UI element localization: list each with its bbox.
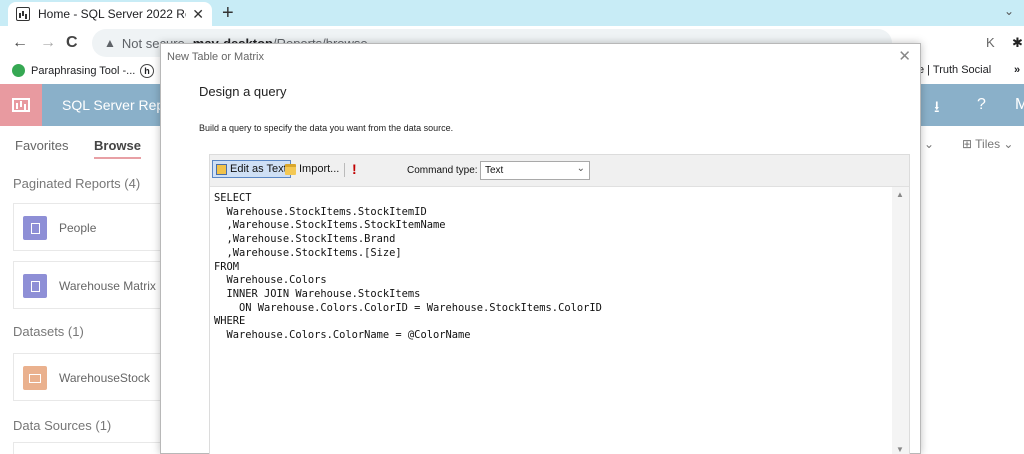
- query-scrollbar[interactable]: ▲ ▼: [892, 187, 909, 454]
- tab-title: Home - SQL Server 2022 Reporti: [38, 7, 186, 21]
- chevron-down-icon: ⌄: [576, 163, 585, 174]
- extension-k-icon[interactable]: K: [986, 35, 995, 50]
- scroll-down-icon[interactable]: ▼: [896, 445, 904, 454]
- scroll-up-icon[interactable]: ▲: [896, 190, 904, 199]
- section-data-sources: Data Sources (1): [13, 418, 112, 433]
- help-icon[interactable]: ?: [977, 96, 986, 114]
- extensions-puzzle-icon[interactable]: ✱: [1012, 35, 1023, 51]
- new-tab-button[interactable]: +: [222, 2, 234, 25]
- tab-close-icon[interactable]: ✕: [192, 6, 204, 23]
- bookmark-label: Paraphrasing Tool -...: [31, 64, 136, 77]
- new-table-matrix-dialog: New Table or Matrix ✕ Design a query Bui…: [160, 43, 921, 454]
- bookmark-paraphrasing[interactable]: Paraphrasing Tool -...: [12, 64, 135, 77]
- run-query-icon[interactable]: !: [352, 161, 357, 177]
- reload-button[interactable]: C: [66, 34, 78, 52]
- tab-favorites[interactable]: Favorites: [15, 138, 68, 153]
- download-icon[interactable]: ⭳: [934, 96, 940, 123]
- bookmark-favicon-icon: [12, 64, 25, 77]
- ssrs-logo[interactable]: [0, 84, 42, 126]
- report-icon: [23, 274, 47, 298]
- dataset-card-warehousestock[interactable]: WarehouseStock: [13, 353, 173, 401]
- report-card-people[interactable]: People: [13, 203, 173, 251]
- warning-icon: ▲: [104, 36, 116, 50]
- report-card-label: Warehouse Matrix: [59, 279, 156, 293]
- folder-icon: [285, 163, 296, 175]
- import-label: Import...: [299, 163, 340, 175]
- datasource-card[interactable]: [13, 442, 173, 454]
- import-button[interactable]: Import...: [282, 160, 342, 178]
- chevron-down-icon[interactable]: ⌄: [924, 137, 934, 151]
- tiles-view-button[interactable]: ⊞ Tiles ⌄: [962, 137, 1013, 151]
- edit-as-text-label: Edit as Text: [230, 163, 287, 175]
- tab-browse[interactable]: Browse: [94, 138, 141, 159]
- dataset-table-icon: [23, 366, 47, 390]
- command-type-value: Text: [485, 165, 504, 176]
- report-favicon-icon: [16, 7, 30, 21]
- toolbar-separator: [344, 163, 345, 177]
- command-type-label: Command type:: [407, 165, 478, 176]
- dialog-title: New Table or Matrix: [167, 51, 264, 63]
- bookmark-h[interactable]: h: [140, 64, 154, 78]
- report-icon: [23, 216, 47, 240]
- bookmarks-overflow[interactable]: »: [1014, 64, 1020, 76]
- tiles-label: Tiles: [975, 137, 1001, 151]
- dialog-heading: Design a query: [199, 84, 287, 99]
- edit-text-icon: [216, 163, 227, 175]
- forward-button[interactable]: →: [40, 34, 56, 52]
- bookmark-label: e | Truth Social: [918, 64, 992, 76]
- user-menu[interactable]: M: [1015, 96, 1024, 114]
- report-logo-icon: [12, 98, 30, 112]
- back-button[interactable]: ←: [12, 34, 28, 52]
- section-datasets: Datasets (1): [13, 324, 84, 339]
- bookmark-truth-social[interactable]: e | Truth Social: [918, 64, 991, 76]
- dialog-close-icon[interactable]: ✕: [898, 47, 911, 65]
- dataset-card-label: WarehouseStock: [59, 371, 150, 385]
- report-card-warehouse-matrix[interactable]: Warehouse Matrix: [13, 261, 173, 309]
- browser-tab[interactable]: Home - SQL Server 2022 Reporti ✕: [8, 2, 212, 26]
- command-type-select[interactable]: Text ⌄: [480, 161, 590, 180]
- section-paginated-reports: Paginated Reports (4): [13, 176, 141, 191]
- bookmark-h-icon: h: [140, 64, 154, 78]
- dialog-subtext: Build a query to specify the data you wa…: [199, 123, 454, 133]
- bookmarks-overflow-icon: »: [1014, 64, 1021, 76]
- browser-tabstrip: Home - SQL Server 2022 Reporti ✕ + ⌄: [0, 0, 1024, 26]
- report-card-label: People: [59, 221, 97, 235]
- tab-search-chevron-icon[interactable]: ⌄: [1004, 4, 1014, 18]
- edit-as-text-button[interactable]: Edit as Text: [212, 160, 291, 178]
- query-designer-toolbar: Edit as Text Import... ! Command type: T…: [210, 155, 909, 187]
- query-text-editor[interactable]: SELECT Warehouse.StockItems.StockItemID …: [214, 192, 890, 454]
- query-designer: Edit as Text Import... ! Command type: T…: [209, 154, 910, 454]
